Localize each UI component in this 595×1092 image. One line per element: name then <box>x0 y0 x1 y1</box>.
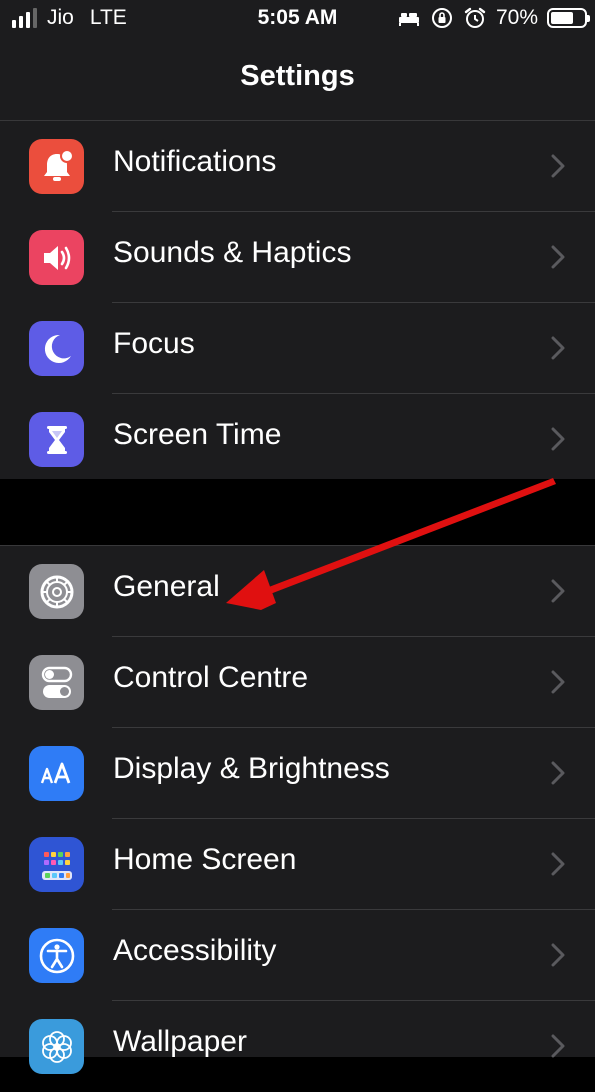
settings-row-sounds-haptics[interactable]: Sounds & Haptics <box>0 212 595 303</box>
settings-row-control-centre[interactable]: Control Centre <box>0 637 595 728</box>
settings-row-label: Wallpaper <box>113 1025 247 1058</box>
settings-row-label: Sounds & Haptics <box>113 236 352 269</box>
toggles-icon <box>29 655 84 710</box>
moon-icon <box>29 321 84 376</box>
settings-row-label: Accessibility <box>113 934 277 967</box>
flower-icon <box>29 1019 84 1074</box>
chevron-right-icon <box>551 761 565 785</box>
settings-row-label: Notifications <box>113 145 277 178</box>
settings-row-screen-time[interactable]: Screen Time <box>0 394 595 485</box>
settings-row-label: Home Screen <box>113 843 297 876</box>
settings-row-label: Control Centre <box>113 661 309 694</box>
settings-group-1: Notifications Sounds & Haptics Focus Scr… <box>0 121 595 479</box>
text-size-icon <box>29 746 84 801</box>
settings-row-label: Screen Time <box>113 418 282 451</box>
status-bar: Jio LTE 5:05 AM 70% <box>0 0 595 40</box>
chevron-right-icon <box>551 245 565 269</box>
battery-icon <box>547 8 590 28</box>
settings-row-label: General <box>113 570 220 603</box>
speaker-icon <box>29 230 84 285</box>
settings-row-label: Display & Brightness <box>113 752 390 785</box>
gear-icon <box>29 564 84 619</box>
hourglass-icon <box>29 412 84 467</box>
status-right: 70% <box>397 6 590 30</box>
chevron-right-icon <box>551 943 565 967</box>
settings-row-wallpaper[interactable]: Wallpaper <box>0 1001 595 1092</box>
home-screen-grid-icon <box>29 837 84 892</box>
settings-row-accessibility[interactable]: Accessibility <box>0 910 595 1001</box>
navigation-bar: Settings <box>0 40 595 121</box>
chevron-right-icon <box>551 336 565 360</box>
page-title: Settings <box>240 60 355 92</box>
accessibility-icon <box>29 928 84 983</box>
chevron-right-icon <box>551 579 565 603</box>
chevron-right-icon <box>551 852 565 876</box>
orientation-lock-icon <box>431 8 452 28</box>
settings-group-2: General Control Centre Display & Brightn… <box>0 545 595 1074</box>
settings-row-display-brightness[interactable]: Display & Brightness <box>0 728 595 819</box>
settings-row-home-screen[interactable]: Home Screen <box>0 819 595 910</box>
battery-percent: 70% <box>495 6 538 29</box>
settings-row-general[interactable]: General <box>0 546 595 637</box>
settings-row-notifications[interactable]: Notifications <box>0 121 595 212</box>
chevron-right-icon <box>551 1034 565 1058</box>
chevron-right-icon <box>551 427 565 451</box>
bed-icon <box>398 13 419 26</box>
notifications-bell-icon <box>29 139 84 194</box>
settings-row-label: Focus <box>113 327 195 360</box>
settings-row-focus[interactable]: Focus <box>0 303 595 394</box>
chevron-right-icon <box>551 670 565 694</box>
chevron-right-icon <box>551 154 565 178</box>
alarm-icon <box>464 7 486 28</box>
